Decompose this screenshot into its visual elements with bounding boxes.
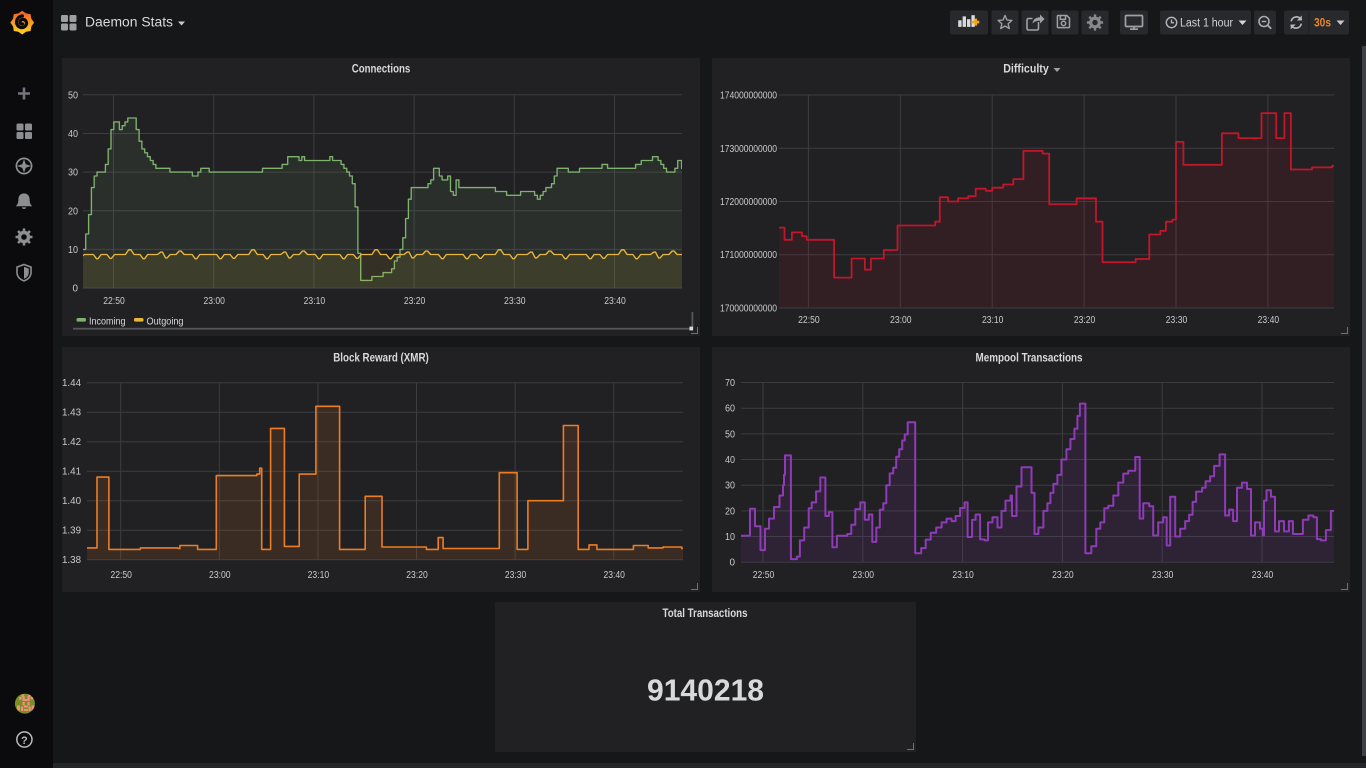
svg-text:23:10: 23:10	[308, 570, 330, 581]
svg-text:23:20: 23:20	[404, 296, 426, 307]
svg-text:23:40: 23:40	[1252, 570, 1274, 581]
svg-text:50: 50	[725, 429, 735, 440]
svg-text:1.41: 1.41	[62, 467, 81, 478]
svg-text:1.39: 1.39	[62, 526, 81, 537]
svg-text:1.44: 1.44	[62, 378, 81, 389]
svg-text:23:00: 23:00	[203, 296, 225, 307]
svg-text:40: 40	[725, 455, 735, 466]
svg-text:?: ?	[21, 735, 28, 747]
svg-text:60: 60	[725, 404, 735, 415]
svg-text:23:30: 23:30	[1166, 315, 1188, 326]
svg-text:22:50: 22:50	[798, 315, 820, 326]
svg-text:23:30: 23:30	[1152, 570, 1174, 581]
svg-text:1.42: 1.42	[62, 437, 81, 448]
svg-text:1.38: 1.38	[62, 555, 81, 566]
svg-text:23:20: 23:20	[1052, 570, 1074, 581]
svg-text:9140218: 9140218	[647, 674, 764, 708]
svg-text:173000000000: 173000000000	[720, 144, 777, 155]
svg-text:10: 10	[68, 245, 78, 256]
svg-text:23:10: 23:10	[304, 296, 326, 307]
svg-text:Last 1 hour: Last 1 hour	[1180, 17, 1233, 29]
svg-text:23:40: 23:40	[1258, 315, 1280, 326]
svg-text:70: 70	[725, 378, 735, 389]
svg-text:23:00: 23:00	[890, 315, 912, 326]
svg-text:23:20: 23:20	[1074, 315, 1096, 326]
svg-text:Connections: Connections	[352, 64, 411, 76]
svg-text:23:30: 23:30	[505, 570, 527, 581]
svg-text:23:30: 23:30	[504, 296, 526, 307]
svg-text:Incoming: Incoming	[89, 316, 126, 328]
svg-text:23:10: 23:10	[982, 315, 1004, 326]
svg-text:170000000000: 170000000000	[720, 304, 777, 315]
svg-text:23:40: 23:40	[603, 570, 625, 581]
svg-text:Block Reward (XMR): Block Reward (XMR)	[333, 353, 429, 365]
svg-text:20: 20	[725, 506, 735, 517]
svg-text:22:50: 22:50	[110, 570, 132, 581]
svg-text:1.43: 1.43	[62, 408, 81, 419]
svg-text:10: 10	[725, 532, 735, 543]
svg-text:172000000000: 172000000000	[720, 197, 777, 208]
svg-text:174000000000: 174000000000	[720, 91, 777, 102]
svg-text:22:50: 22:50	[103, 296, 125, 307]
svg-text:50: 50	[68, 90, 78, 101]
svg-text:Difficulty: Difficulty	[1003, 64, 1049, 76]
svg-text:23:40: 23:40	[604, 296, 626, 307]
svg-text:171000000000: 171000000000	[720, 250, 777, 261]
svg-text:23:00: 23:00	[853, 570, 875, 581]
svg-text:0: 0	[730, 558, 736, 569]
svg-text:Outgoing: Outgoing	[147, 316, 184, 328]
svg-text:23:00: 23:00	[209, 570, 231, 581]
svg-text:Total Transactions: Total Transactions	[663, 608, 748, 620]
svg-text:30: 30	[68, 168, 78, 179]
svg-text:0: 0	[73, 284, 79, 295]
svg-text:Daemon Stats: Daemon Stats	[85, 15, 173, 30]
svg-text:22:50: 22:50	[753, 570, 775, 581]
svg-text:Mempool Transactions: Mempool Transactions	[976, 353, 1083, 365]
svg-text:23:20: 23:20	[406, 570, 428, 581]
svg-text:30s: 30s	[1314, 17, 1331, 29]
svg-text:40: 40	[68, 129, 78, 140]
svg-text:20: 20	[68, 206, 78, 217]
svg-text:1.40: 1.40	[62, 496, 81, 507]
svg-text:23:10: 23:10	[952, 570, 974, 581]
svg-text:30: 30	[725, 481, 735, 492]
